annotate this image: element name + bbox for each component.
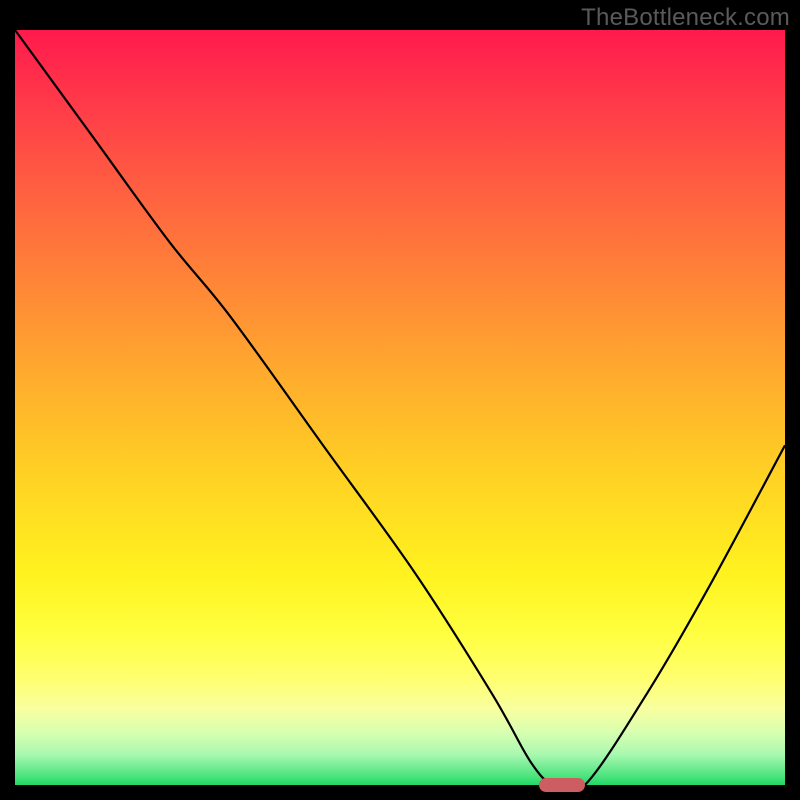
chart-frame: TheBottleneck.com [0, 0, 800, 800]
gradient-plot-area [15, 30, 785, 785]
optimal-marker [539, 778, 585, 792]
watermark-text: TheBottleneck.com [581, 4, 790, 32]
